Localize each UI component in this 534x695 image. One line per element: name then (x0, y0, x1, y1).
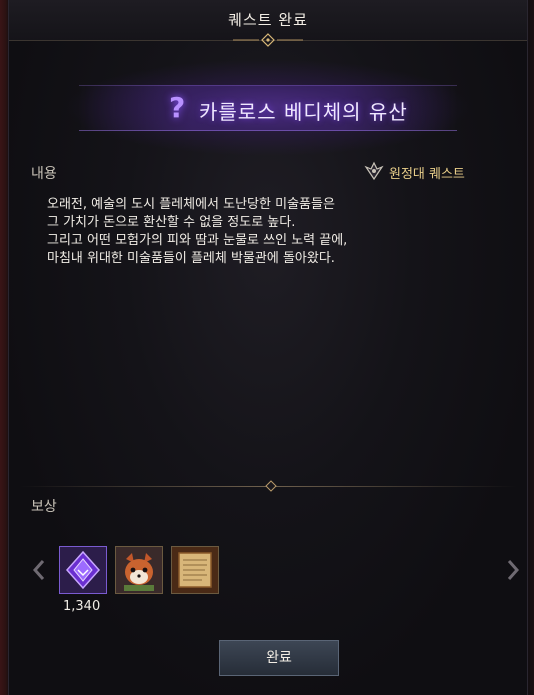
divider-ornament-icon (265, 480, 277, 492)
purple-gem-icon (60, 547, 106, 593)
window-title: 퀘스트 완료 (228, 11, 308, 29)
quest-description: 오래전, 예술의 도시 플레체에서 도난당한 미술품들은 그 가치가 돈으로 환… (47, 196, 487, 268)
reward-count: 1,340 (63, 599, 101, 614)
expedition-emblem-icon (364, 161, 384, 181)
description-line: 그리고 어떤 모험가의 피와 땀과 눈물로 쓰인 노력 끝에, (47, 233, 348, 248)
scroll-map-icon (172, 547, 218, 593)
reward-section-label: 보상 (31, 499, 57, 515)
description-line: 마침내 위대한 미술품들이 플레체 박물관에 돌아왔다. (47, 251, 335, 266)
chevron-right-icon[interactable] (505, 558, 521, 582)
quest-mark-icon: ? (169, 91, 186, 124)
quest-title: 카를로스 베디체의 유산 (199, 100, 408, 124)
description-line: 그 가치가 돈으로 환산할 수 없을 정도로 높다. (47, 215, 296, 230)
description-line: 오래전, 예술의 도시 플레체에서 도난당한 미술품들은 (47, 197, 335, 212)
chevron-left-icon[interactable] (31, 558, 47, 582)
quest-type-label: 원정대 퀘스트 (389, 167, 465, 182)
reward-slot-scroll[interactable] (171, 546, 219, 594)
complete-button[interactable]: 완료 (219, 640, 339, 676)
content-section-label: 내용 (31, 166, 57, 182)
quest-banner: ? 카를로스 베디체의 유산 (49, 55, 487, 160)
reward-slot-gem[interactable] (59, 546, 107, 594)
red-panda-pet-icon (116, 547, 162, 593)
title-ornament-icon (233, 33, 303, 47)
quest-complete-window: 퀘스트 완료 ? 카를로스 베디체의 유산 내용 원정대 퀘스트 오래전, 예술… (8, 0, 528, 695)
reward-slot-pet[interactable] (115, 546, 163, 594)
